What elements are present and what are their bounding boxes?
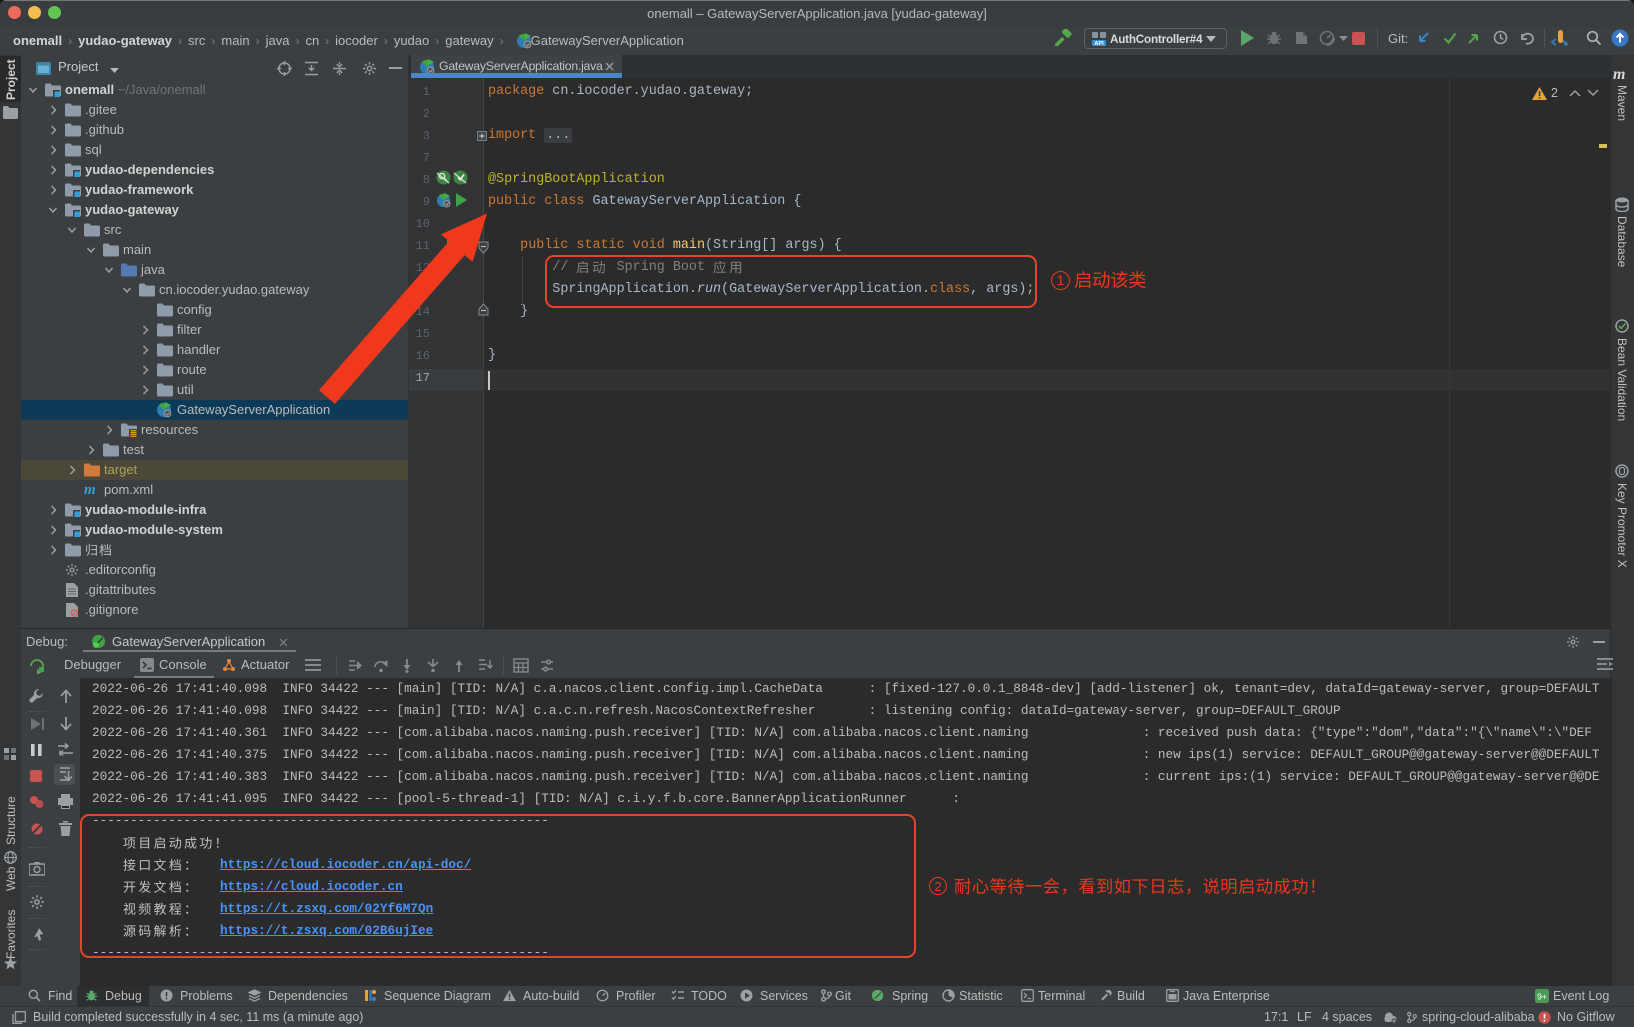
svg-text:9+: 9+: [1537, 992, 1547, 1002]
svg-text:API: API: [1094, 41, 1104, 47]
